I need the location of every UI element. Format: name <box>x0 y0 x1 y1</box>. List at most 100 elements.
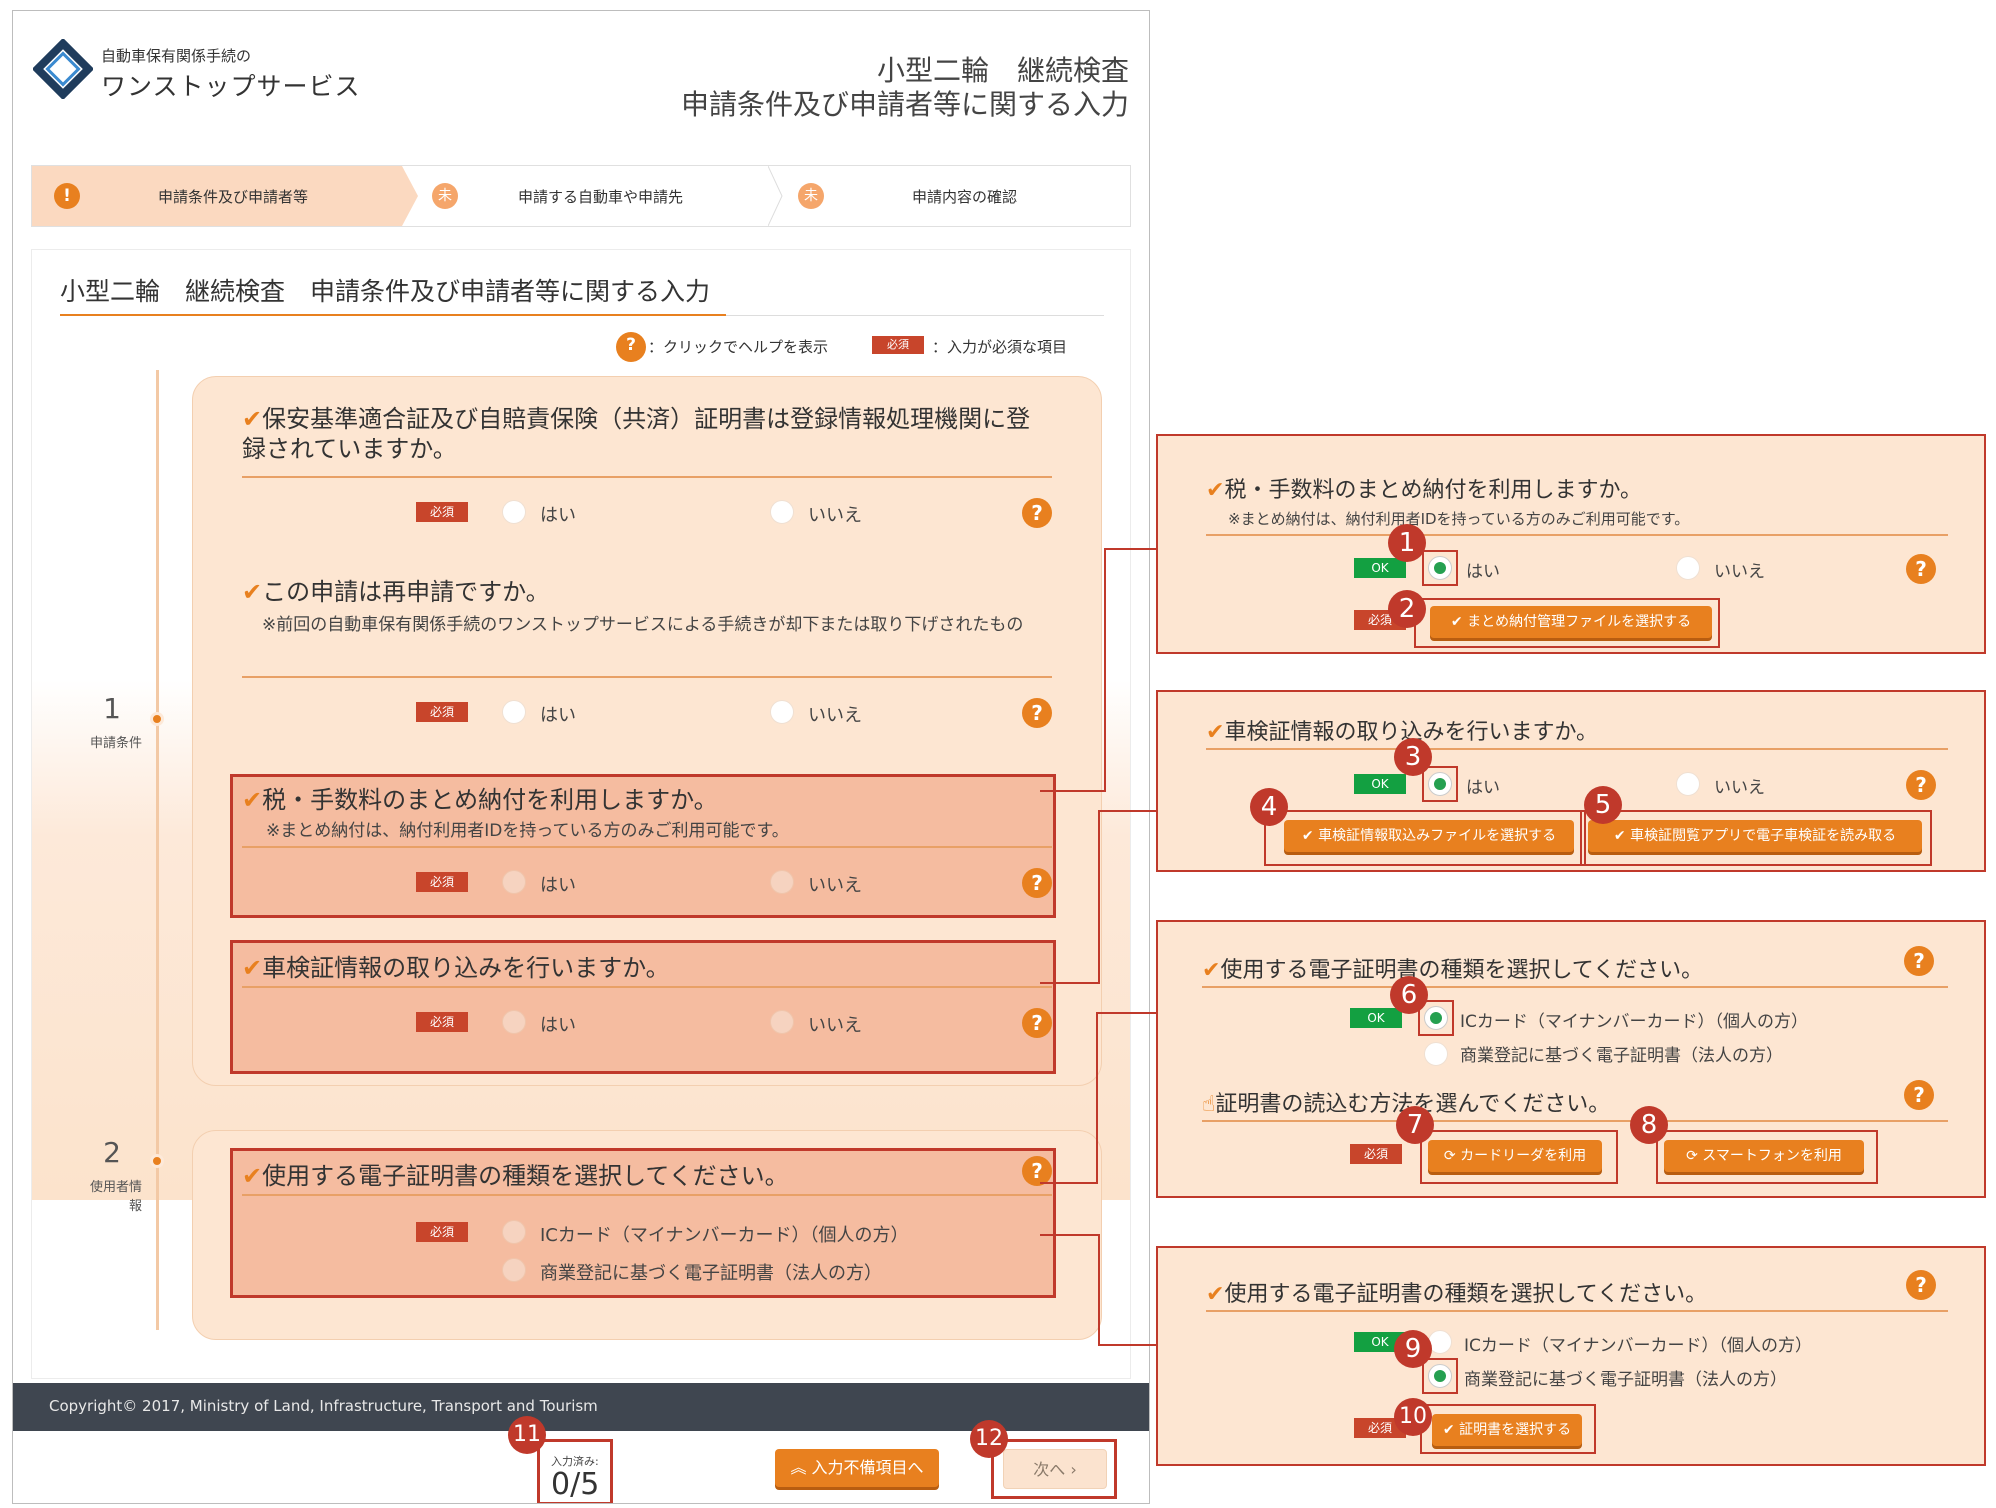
section-2-number: 2 <box>103 1136 121 1169</box>
title-underline <box>60 314 726 316</box>
q5-corporate-radio[interactable] <box>502 1258 526 1282</box>
q4-yes-label: はい <box>540 1015 576 1036</box>
connector <box>1040 1234 1100 1236</box>
q1-yes-radio[interactable] <box>502 500 526 524</box>
ok-badge: OK <box>1354 558 1406 578</box>
step-badge-8: 8 <box>1630 1106 1668 1144</box>
c4-corporate-label: 商業登記に基づく電子証明書（法人の方） <box>1464 1370 1787 1390</box>
q1-no-radio[interactable] <box>770 500 794 524</box>
required-badge: 必須 <box>416 1012 468 1032</box>
button-highlight <box>1656 1130 1878 1184</box>
check-icon: ✔ <box>242 405 263 433</box>
connector <box>1040 1182 1098 1184</box>
connector <box>1098 810 1156 812</box>
callout-1-note: ※まとめ納付は、納付利用者IDを持っている方のみご利用可能です。 <box>1228 510 1690 528</box>
q5-ic-card-radio[interactable] <box>502 1220 526 1244</box>
q4-yes-radio[interactable] <box>502 1010 526 1034</box>
logo-subtitle: 自動車保有関係手続の <box>101 47 252 65</box>
step-divider <box>768 166 783 226</box>
content-card: 小型二輪 継続検査 申請条件及び申請者等に関する入力 ? ：クリックでヘルプを表… <box>31 249 1131 1379</box>
c3-ic-card-label: ICカード（マイナンバーカード）（個人の方） <box>1460 1012 1809 1032</box>
question-3-rule <box>242 846 1052 848</box>
question-1-rule <box>242 476 1052 478</box>
question-2-text: この申請は再申請ですか。 <box>262 578 550 606</box>
connector <box>1098 1344 1156 1346</box>
step-badge-4: 4 <box>1250 788 1288 826</box>
question-4-rule <box>242 986 1052 988</box>
callout-vehicle-certificate-import: ✔車検証情報の取り込みを行いますか。 OK はい いいえ ? ✔ 車検証情報取込… <box>1156 690 1986 872</box>
help-legend-text: ：クリックでヘルプを表示 <box>648 338 829 356</box>
q5-ic-card-label: ICカード（マイナンバーカード）（個人の方） <box>540 1225 909 1246</box>
callout-1-question: 税・手数料のまとめ納付を利用しますか。 <box>1224 478 1642 503</box>
step-badge-7: 7 <box>1396 1106 1434 1144</box>
q2-yes-label: はい <box>540 705 576 726</box>
question-3-text: 税・手数料のまとめ納付を利用しますか。 <box>262 786 718 814</box>
c3-corporate-radio[interactable] <box>1424 1042 1448 1066</box>
connector <box>1096 1012 1098 1184</box>
help-icon[interactable]: ? <box>1022 1008 1052 1038</box>
step-badge-12: 12 <box>970 1420 1008 1458</box>
c1-no-label: いいえ <box>1714 562 1765 582</box>
help-icon[interactable]: ? <box>1904 1080 1934 1110</box>
q3-no-radio[interactable] <box>770 870 794 894</box>
logo-title: ワンストップサービス <box>101 72 361 101</box>
step-2-label: 申請する自動車や申請先 <box>518 188 684 206</box>
connector <box>1098 1234 1100 1346</box>
q3-yes-label: はい <box>540 875 576 896</box>
help-icon[interactable]: ? <box>1906 1270 1936 1300</box>
q2-no-radio[interactable] <box>770 700 794 724</box>
section-1-label: 申請条件 <box>89 736 142 751</box>
callout-1-rule <box>1206 534 1948 536</box>
incomplete-items-button[interactable]: ︽ 入力不備項目へ <box>775 1449 939 1487</box>
q5-corporate-label: 商業登記に基づく電子証明書（法人の方） <box>540 1263 882 1284</box>
q3-no-label: いいえ <box>808 875 862 896</box>
required-badge: 必須 <box>416 502 468 522</box>
help-icon[interactable]: ? <box>1906 554 1936 584</box>
page-title-line2: 申請条件及び申請者等に関する入力 <box>680 88 1129 121</box>
callout-4-rule <box>1206 1310 1948 1312</box>
callout-3-rule-2 <box>1202 1120 1948 1122</box>
c1-no-radio[interactable] <box>1676 556 1700 580</box>
question-5-rule <box>242 1194 1052 1196</box>
help-icon[interactable]: ? <box>1022 498 1052 528</box>
callout-3-question: 使用する電子証明書の種類を選択してください。 <box>1220 958 1704 983</box>
step-1-label: 申請条件及び申請者等 <box>158 188 309 206</box>
step-1-arrow <box>402 166 418 226</box>
help-icon[interactable]: ? <box>1022 868 1052 898</box>
hand-pointer-icon: ☝ <box>1202 1092 1216 1117</box>
check-icon: ✔ <box>1202 958 1221 983</box>
check-icon: ✔ <box>1206 1282 1225 1307</box>
alert-icon: ! <box>54 183 80 209</box>
help-icon[interactable]: ? <box>1022 698 1052 728</box>
callout-certificate-type-corporate: ✔使用する電子証明書の種類を選択してください。 ? OK ICカード（マイナンバ… <box>1156 1246 1986 1466</box>
callout-2-rule <box>1206 748 1948 750</box>
help-legend-icon: ? <box>616 332 646 362</box>
check-icon: ✔ <box>1206 478 1225 503</box>
required-legend-badge: 必須 <box>872 336 924 354</box>
step-badge-1: 1 <box>1388 524 1426 562</box>
question-2-rule <box>242 676 1052 678</box>
q4-no-radio[interactable] <box>770 1010 794 1034</box>
step-badge-11: 11 <box>508 1416 546 1454</box>
section-2-label: 使用者情報 <box>89 1180 142 1214</box>
callout-4-question: 使用する電子証明書の種類を選択してください。 <box>1224 1282 1708 1307</box>
main-window: 自動車保有関係手続の ワンストップサービス 小型二輪 継続検査 申請条件及び申請… <box>12 10 1150 1504</box>
content-title: 小型二輪 継続検査 申請条件及び申請者等に関する入力 <box>60 277 711 306</box>
connector <box>1096 1012 1156 1014</box>
progress-stepper: ! 申請条件及び申請者等 未 申請する自動車や申請先 未 申請内容の確認 <box>31 165 1131 227</box>
callout-certificate-type-individual: ✔使用する電子証明書の種類を選択してください。 ? OK ICカード（マイナンバ… <box>1156 920 1986 1198</box>
selection-highlight <box>1422 766 1458 802</box>
question-3: ✔税・手数料のまとめ納付を利用しますか。 <box>242 780 718 815</box>
step-3-label: 申請内容の確認 <box>912 188 1018 206</box>
check-icon: ✔ <box>1206 720 1225 745</box>
q3-yes-radio[interactable] <box>502 870 526 894</box>
button-highlight <box>1264 810 1586 866</box>
connector <box>1098 810 1100 984</box>
help-icon[interactable]: ? <box>1904 946 1934 976</box>
question-3-note: ※まとめ納付は、納付利用者IDを持っている方のみご利用可能です。 <box>266 821 789 841</box>
required-legend-text: ：入力が必須な項目 <box>932 338 1068 356</box>
timeline-line <box>156 370 159 1330</box>
c2-no-radio[interactable] <box>1676 772 1700 796</box>
help-icon[interactable]: ? <box>1906 770 1936 800</box>
q2-yes-radio[interactable] <box>502 700 526 724</box>
